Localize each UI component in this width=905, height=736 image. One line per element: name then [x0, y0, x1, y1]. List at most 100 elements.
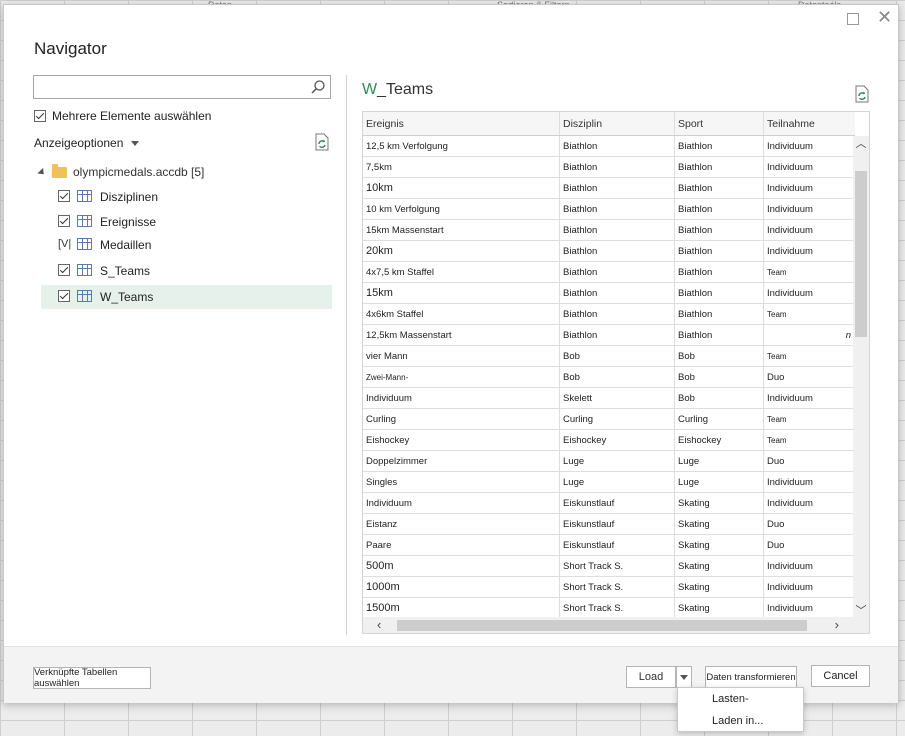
- table-row: 20km Biathlon Biathlon Individuum: [363, 241, 855, 262]
- table-cell: 10 km Verfolgung: [366, 203, 440, 215]
- table-cell: Eishockey: [674, 430, 763, 450]
- table-cell: Luge: [559, 451, 674, 471]
- table-cell: Eishockey: [559, 430, 674, 450]
- table-cell: Duo: [763, 451, 855, 471]
- select-linked-tables-button[interactable]: Verknüpfte Tabellen auswählen: [33, 667, 151, 689]
- table-cell: Biathlon: [674, 157, 763, 177]
- scroll-right-icon[interactable]: ›: [835, 617, 839, 633]
- table-cell: Individuum: [763, 493, 855, 513]
- table-row: 4x6km Staffel Biathlon Biathlon Team: [363, 304, 855, 325]
- table-cell: Skating: [674, 493, 763, 513]
- column-header[interactable]: Teilnahme: [763, 112, 855, 135]
- table-cell: Luge: [674, 451, 763, 471]
- table-cell: Bob: [559, 367, 674, 387]
- tree-item-checkbox[interactable]: [58, 290, 70, 302]
- scroll-left-icon[interactable]: ‹: [377, 617, 381, 633]
- table-row: 10 km Verfolgung Biathlon Biathlon Individu…: [363, 199, 855, 220]
- table-cell: Paare: [366, 539, 392, 551]
- table-cell: Luge: [559, 472, 674, 492]
- table-cell: Bob: [674, 367, 763, 387]
- table-icon: [77, 215, 92, 227]
- expand-triangle-icon[interactable]: [37, 167, 47, 177]
- table-icon: [77, 264, 92, 276]
- table-cell: Duo: [763, 514, 855, 534]
- table-cell: 12,5km Massenstart: [366, 329, 452, 341]
- preview-title-rest: _Teams: [377, 81, 434, 98]
- tree-item-ereignisse[interactable]: Ereignisse: [41, 210, 332, 234]
- table-row: Paare Eiskunstlauf Skating Duo: [363, 535, 855, 556]
- horizontal-scroll-thumb[interactable]: [397, 620, 807, 631]
- search-input[interactable]: [33, 75, 331, 99]
- table-cell: Biathlon: [674, 262, 763, 282]
- table-header-row: Ereignis Disziplin Sport Teilnahme: [363, 112, 855, 136]
- table-row: 500m Short Track S. Skating Individuum: [363, 556, 855, 577]
- table-cell: Individuum: [763, 283, 855, 303]
- load-button[interactable]: Load: [626, 666, 676, 688]
- refresh-icon[interactable]: [313, 133, 331, 151]
- load-dropdown-button[interactable]: [676, 666, 692, 688]
- table-cell: Curling: [559, 409, 674, 429]
- table-cell: Curling: [366, 413, 397, 425]
- table-row: 4x7,5 km Staffel Biathlon Biathlon Team: [363, 262, 855, 283]
- table-row: Eistanz Eiskunstlauf Skating Duo: [363, 514, 855, 535]
- multi-select-checkbox[interactable]: [34, 110, 46, 122]
- table-cell: Team: [763, 346, 855, 366]
- table-row: 7,5km Biathlon Biathlon Individuum: [363, 157, 855, 178]
- table-cell: Biathlon: [674, 325, 763, 345]
- table-cell: Eistanz: [366, 518, 398, 530]
- menu-item-load[interactable]: Lasten-: [712, 693, 749, 705]
- table-cell: Eiskunstlauf: [559, 514, 674, 534]
- tree-item-label: Ereignisse: [100, 215, 157, 229]
- table-cell: 7,5km: [366, 161, 392, 173]
- column-header[interactable]: Disziplin: [559, 112, 674, 135]
- horizontal-scrollbar[interactable]: ‹ ›: [363, 617, 869, 633]
- tree-item-disziplinen[interactable]: Disziplinen: [41, 185, 332, 209]
- tree-item-w-teams[interactable]: W_Teams: [41, 285, 332, 309]
- table-cell: 1500m: [366, 602, 400, 614]
- table-cell: Biathlon: [559, 157, 674, 177]
- refresh-preview-icon[interactable]: [853, 85, 871, 103]
- tree-root-database[interactable]: olympicmedals.accdb [5]: [37, 163, 204, 179]
- table-cell: Luge: [674, 472, 763, 492]
- maximize-icon[interactable]: [847, 13, 859, 25]
- tree-item-checkbox[interactable]: [58, 215, 70, 227]
- preview-table: Ereignis Disziplin Sport Teilnahme 12,5 …: [362, 111, 870, 634]
- table-cell: Team: [763, 304, 855, 324]
- column-header[interactable]: Sport: [674, 112, 763, 135]
- pane-divider[interactable]: [346, 75, 347, 635]
- close-icon[interactable]: ✕: [877, 7, 892, 28]
- tree-item-label: Disziplinen: [100, 190, 159, 204]
- tree-item-checkbox[interactable]: [58, 190, 70, 202]
- column-header[interactable]: Ereignis: [363, 112, 559, 135]
- scroll-down-icon[interactable]: ﹀: [855, 605, 867, 617]
- table-cell: 10km: [366, 182, 393, 194]
- tree-item-s-teams[interactable]: S_Teams: [41, 259, 332, 283]
- table-cell: Skelett: [559, 388, 674, 408]
- tree-item-checkbox[interactable]: [58, 264, 70, 276]
- table-cell: Skating: [674, 514, 763, 534]
- table-row: 15km Biathlon Biathlon Individuum: [363, 283, 855, 304]
- table-cell: Individuum: [763, 220, 855, 240]
- table-cell: Individuum: [763, 556, 855, 576]
- preview-title: W_Teams: [362, 81, 433, 99]
- tree-item-label: Medaillen: [100, 238, 152, 252]
- multi-select-option[interactable]: Mehrere Elemente auswählen: [34, 109, 211, 123]
- tree-item-label: W_Teams: [100, 290, 154, 304]
- tree-item-medaillen[interactable]: [V| Medaillen: [41, 233, 332, 257]
- vertical-scroll-thumb[interactable]: [855, 171, 867, 337]
- transform-data-button[interactable]: Daten transformieren: [705, 666, 797, 688]
- scroll-up-icon[interactable]: ︿: [855, 138, 867, 150]
- table-row: 1500m Short Track S. Skating Individuum: [363, 598, 855, 619]
- table-cell: 15km: [366, 287, 393, 299]
- search-icon[interactable]: [310, 79, 326, 95]
- table-cell: 12,5 km Verfolgung: [366, 140, 448, 152]
- vertical-scrollbar[interactable]: ︿ ﹀: [853, 136, 869, 619]
- table-row: Curling Curling Curling Team: [363, 409, 855, 430]
- display-options-dropdown[interactable]: Anzeigeoptionen: [34, 136, 140, 150]
- table-cell: Duo: [763, 535, 855, 555]
- table-cell: Biathlon: [559, 304, 674, 324]
- menu-item-load-to[interactable]: Laden in...: [712, 715, 763, 727]
- tree-item-checkbox[interactable]: [V|: [58, 238, 71, 250]
- table-cell: 4x7,5 km Staffel: [366, 266, 434, 278]
- cancel-button[interactable]: Cancel: [811, 665, 870, 687]
